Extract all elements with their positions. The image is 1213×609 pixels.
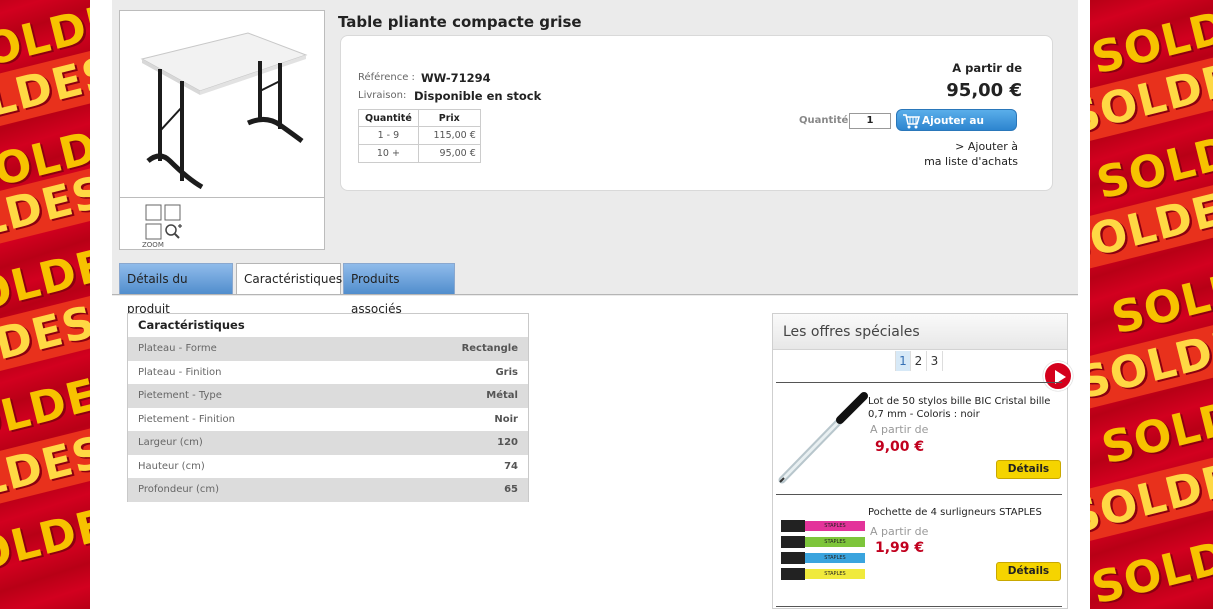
characteristic-name: Hauteur (cm) xyxy=(138,460,205,472)
characteristic-name: Plateau - Forme xyxy=(138,343,217,354)
characteristic-value: 120 xyxy=(497,437,518,448)
table-row: Profondeur (cm) 65 xyxy=(128,478,528,502)
offer-name[interactable]: Pochette de 4 surligneurs STAPLES xyxy=(868,506,1068,519)
highlighter-label: STAPLES xyxy=(805,569,865,579)
price-table-price: 115,00 € xyxy=(417,126,481,145)
offer-from-label: A partir de xyxy=(870,423,929,436)
price-table-price: 95,00 € xyxy=(417,144,481,163)
play-icon[interactable] xyxy=(1043,361,1073,391)
pager-page-3[interactable]: 3 xyxy=(927,351,943,371)
offer-divider xyxy=(776,382,1062,383)
price-table-header-qty: Quantité xyxy=(358,109,419,127)
price-table-qty: 1 - 9 xyxy=(358,126,419,145)
characteristic-name: Largeur (cm) xyxy=(138,437,203,448)
price-table-header-price: Prix xyxy=(417,109,481,127)
delivery-label: Livraison: xyxy=(358,90,407,101)
table-row: 1 - 9 115,00 € xyxy=(358,126,481,145)
soldes-text: SOLDES xyxy=(0,491,90,590)
characteristic-value: 65 xyxy=(504,484,518,495)
special-offers-panel: Les offres spéciales 1 2 3 Lot de 50 sty… xyxy=(772,313,1073,609)
add-to-wishlist-link[interactable]: > Ajouter à ma liste d'achats xyxy=(898,139,1018,169)
delivery-value: Disponible en stock xyxy=(414,89,542,103)
product-image-table[interactable] xyxy=(120,11,324,197)
highlighter-label: STAPLES xyxy=(805,553,865,563)
reference-label: Référence : xyxy=(358,72,415,83)
reference-value: WW-71294 xyxy=(421,71,491,85)
table-row: 10 + 95,00 € xyxy=(358,144,481,163)
soldes-banner-right: SOLDES SOLDES SOLDES SOLDES SOLDES SOLDE… xyxy=(1090,0,1213,609)
wishlist-line2: ma liste d'achats xyxy=(924,155,1018,168)
characteristic-name: Profondeur (cm) xyxy=(138,484,220,495)
add-to-cart-button[interactable]: Ajouter au panier xyxy=(896,109,1017,149)
table-row: Plateau - Finition Gris xyxy=(128,361,528,385)
tab-product-details[interactable]: Détails du produit xyxy=(119,263,233,316)
price-from-label: A partir de xyxy=(952,61,1022,75)
table-row: Pietement - Type Métal xyxy=(128,384,528,408)
pen-image[interactable] xyxy=(778,392,868,484)
offers-pager: 1 2 3 xyxy=(895,351,943,371)
offer-from-label: A partir de xyxy=(870,525,929,538)
table-row: Pietement - Finition Noir xyxy=(128,408,528,432)
soldes-banner-left: SOLDES SOLDES SOLDES SOLDES SOLDES SOLDE… xyxy=(0,0,90,609)
characteristic-value: Noir xyxy=(494,413,518,425)
characteristic-name: Pietement - Finition xyxy=(138,413,236,425)
product-info-card: Référence : WW-71294 Livraison: Disponib… xyxy=(340,35,1053,191)
tab-underline xyxy=(112,294,1078,295)
tab-related-products[interactable]: Produits associés xyxy=(343,263,455,316)
details-button[interactable]: Détails xyxy=(996,460,1061,479)
special-offers-title: Les offres spéciales xyxy=(773,314,1067,350)
offer-name[interactable]: Lot de 50 stylos bille BIC Cristal bille… xyxy=(868,395,1068,421)
price-table: Quantité Prix 1 - 9 115,00 € 10 + 95,00 … xyxy=(358,109,481,163)
characteristic-value: 74 xyxy=(504,460,518,472)
characteristic-value: Rectangle xyxy=(461,343,518,354)
characteristic-name: Pietement - Type xyxy=(138,390,222,401)
product-image-box: ZOOM xyxy=(119,10,325,250)
pager-page-2[interactable]: 2 xyxy=(911,351,927,371)
characteristic-name: Plateau - Finition xyxy=(138,366,222,378)
product-price: 95,00 € xyxy=(946,80,1022,101)
pager-page-1[interactable]: 1 xyxy=(895,351,911,371)
characteristic-value: Gris xyxy=(495,366,518,378)
table-row: Plateau - Forme Rectangle xyxy=(128,337,528,361)
offer-price: 1,99 € xyxy=(875,540,925,556)
highlighter-label: STAPLES xyxy=(805,537,865,547)
product-title: Table pliante compacte grise xyxy=(338,13,582,31)
highlighters-image[interactable]: STAPLES STAPLES STAPLES STAPLES xyxy=(781,520,867,586)
zoom-label: ZOOM xyxy=(142,241,164,249)
wishlist-line1: > Ajouter à xyxy=(955,140,1018,153)
details-button[interactable]: Détails xyxy=(996,562,1061,581)
table-row: Largeur (cm) 120 xyxy=(128,431,528,455)
characteristics-title: Caractéristiques xyxy=(138,318,245,332)
cart-icon xyxy=(903,114,920,129)
characteristics-table: Caractéristiques Plateau - Forme Rectang… xyxy=(127,313,529,502)
offer-divider xyxy=(776,494,1062,495)
product-page: ZOOM Table pliante compacte grise Référe… xyxy=(90,0,1090,609)
quantity-input[interactable]: 1 xyxy=(849,113,891,129)
price-table-qty: 10 + xyxy=(358,144,419,163)
table-row: Hauteur (cm) 74 xyxy=(128,455,528,479)
offer-divider xyxy=(776,606,1062,607)
tab-characteristics[interactable]: Caractéristiques xyxy=(236,263,342,295)
quantity-label: Quantité xyxy=(799,115,849,126)
highlighter-label: STAPLES xyxy=(805,521,865,531)
characteristic-value: Métal xyxy=(486,390,518,401)
offer-price: 9,00 € xyxy=(875,439,925,455)
